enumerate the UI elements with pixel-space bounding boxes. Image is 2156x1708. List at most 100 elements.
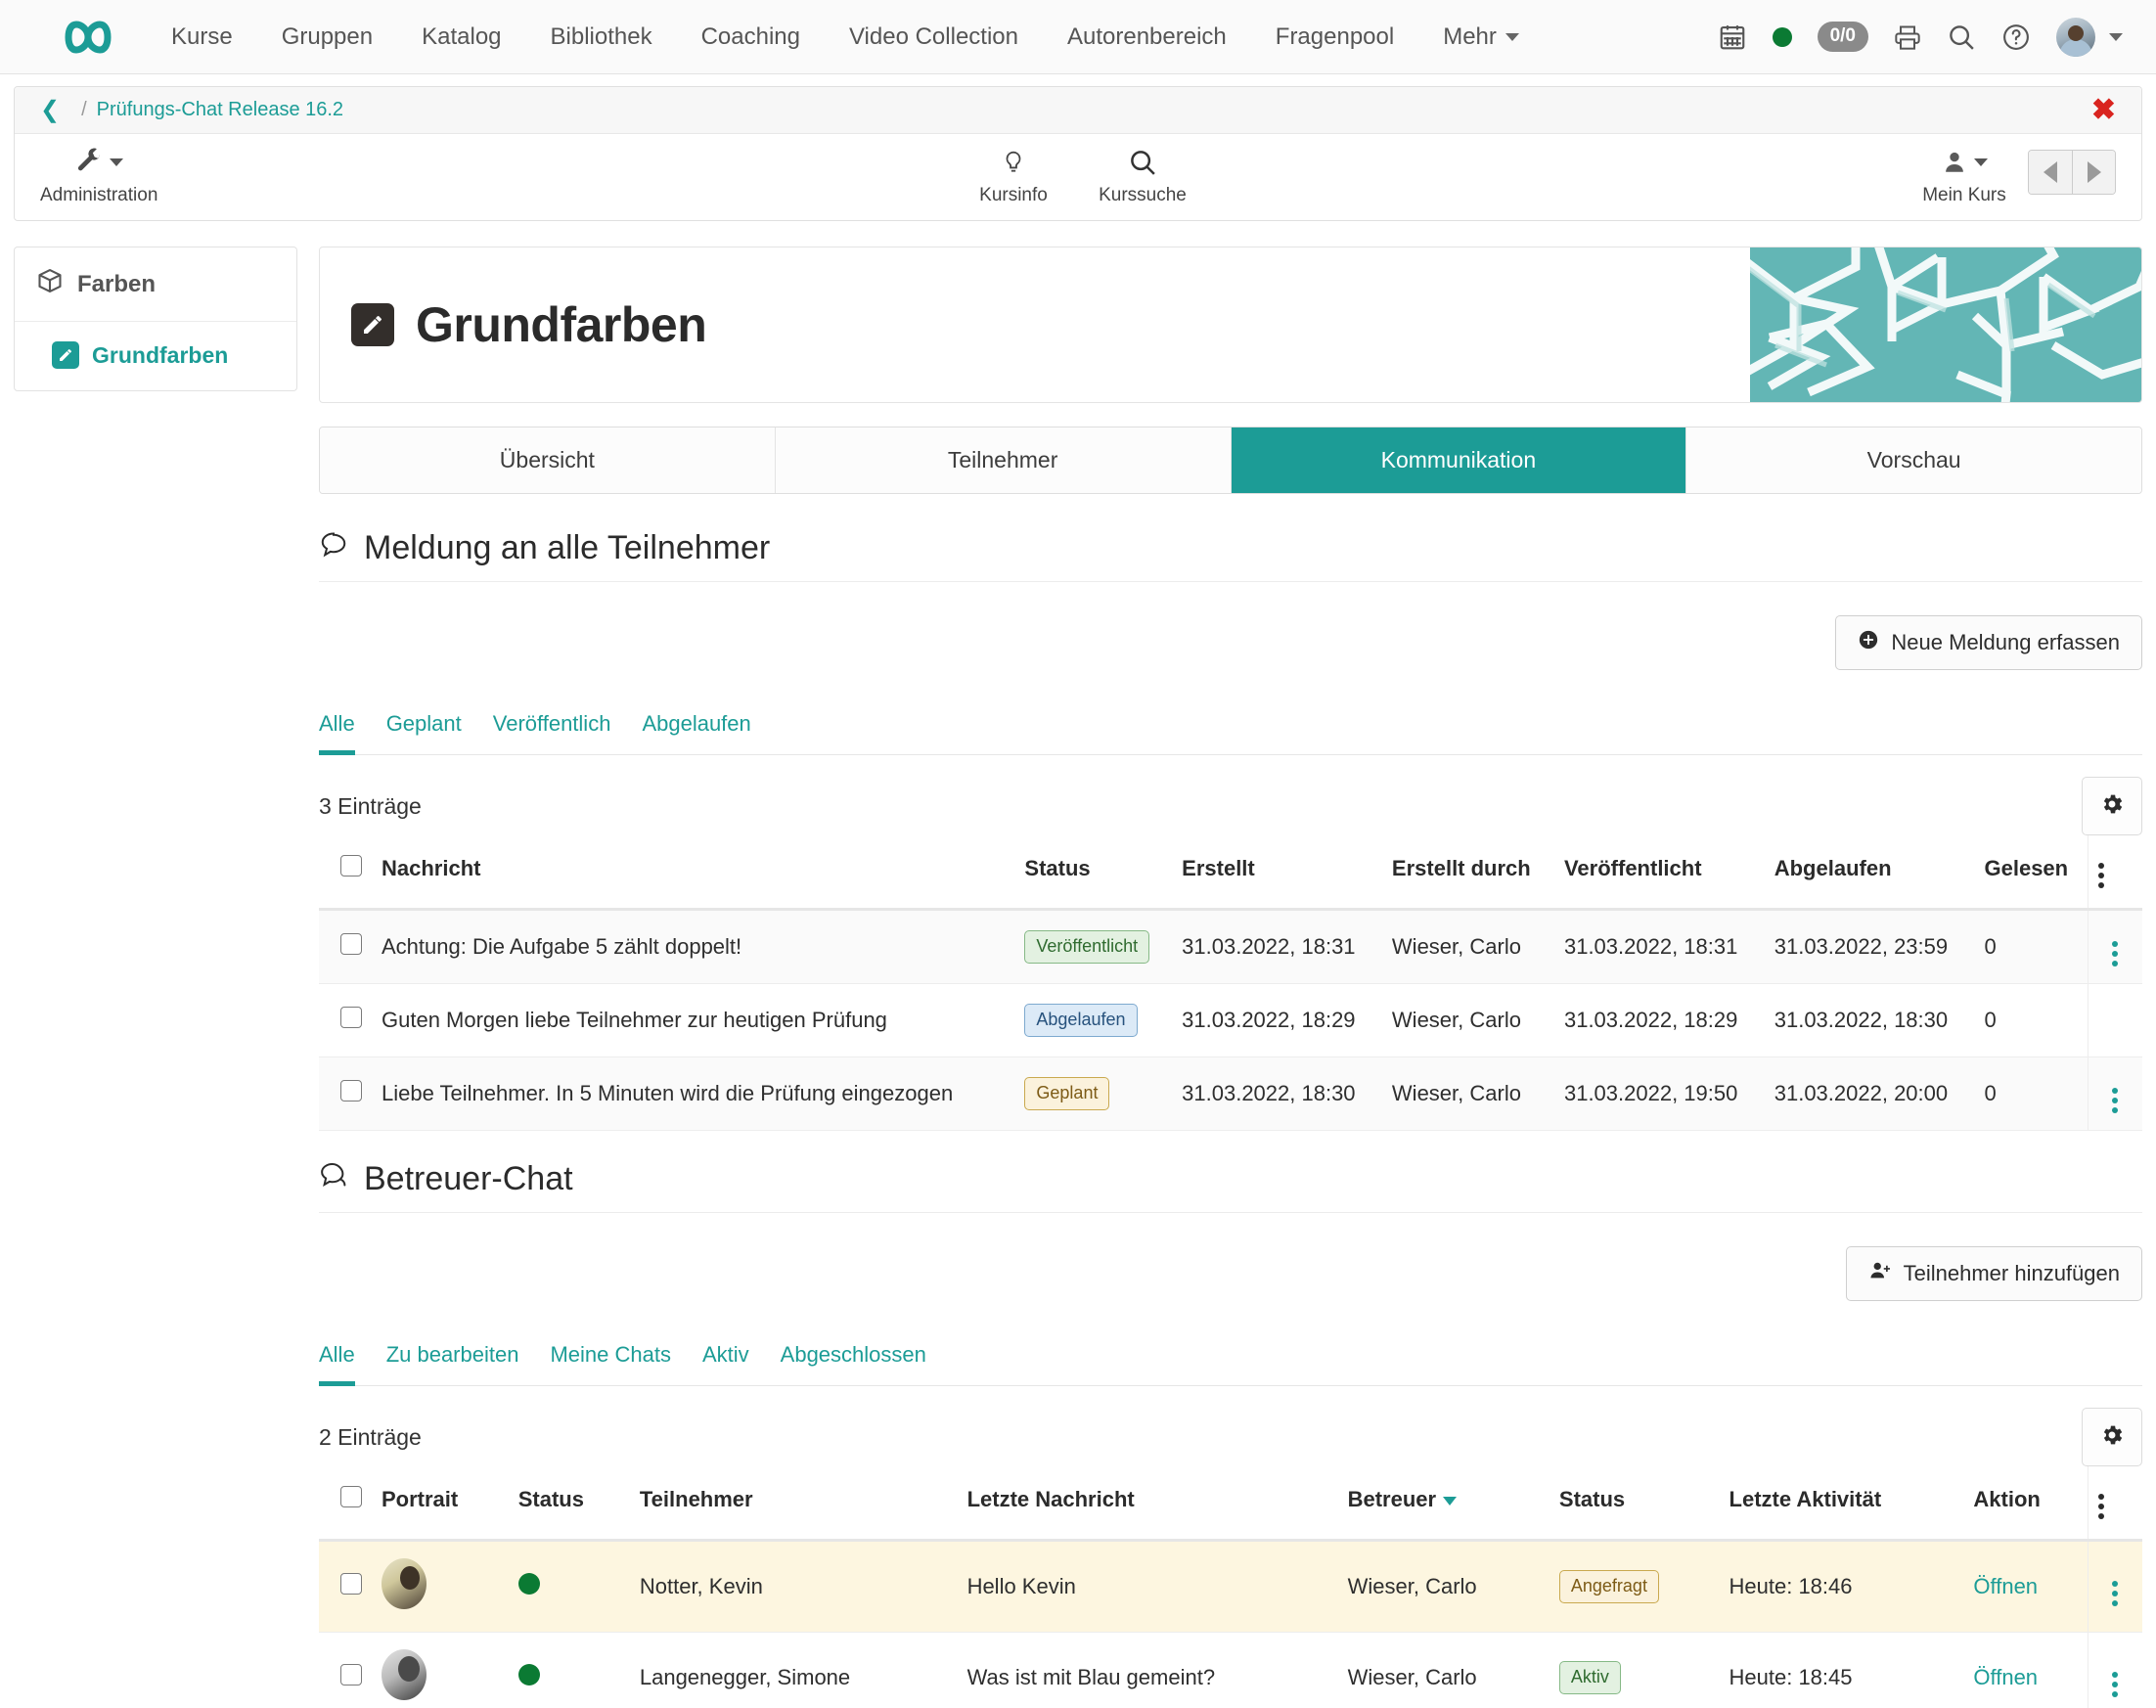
chat-filter-abgeschlossen[interactable]: Abgeschlossen — [781, 1342, 926, 1386]
pager-next-button[interactable] — [2072, 151, 2115, 194]
col-betreuer[interactable]: Betreuer — [1337, 1466, 1550, 1542]
new-message-button[interactable]: Neue Meldung erfassen — [1835, 615, 2142, 670]
col-erstellt[interactable]: Erstellt — [1172, 835, 1382, 911]
course-sidebar: Farben Grundfarben — [14, 247, 297, 391]
sidebar-header[interactable]: Farben — [15, 247, 296, 322]
messages-count-row: 3 Einträge — [319, 755, 2142, 835]
col-actions[interactable] — [2087, 835, 2142, 911]
kebab-menu-icon[interactable] — [2097, 1494, 2104, 1519]
nav-item-katalog[interactable]: Katalog — [397, 12, 525, 63]
col-teilnehmer[interactable]: Teilnehmer — [629, 1466, 958, 1542]
plus-circle-icon — [1858, 629, 1879, 656]
filter-veroeffentlich[interactable]: Veröffentlich — [493, 711, 611, 755]
table-row[interactable]: Notter, Kevin Hello Kevin Wieser, Carlo … — [319, 1540, 2142, 1633]
search-icon[interactable] — [1947, 22, 1976, 52]
breadcrumb-course-link[interactable]: Prüfungs-Chat Release 16.2 — [97, 99, 343, 121]
filter-abgelaufen[interactable]: Abgelaufen — [642, 711, 750, 755]
row-menu-icon[interactable] — [2112, 1088, 2119, 1113]
nav-item-coaching[interactable]: Coaching — [677, 12, 825, 63]
col-status[interactable]: Status — [1014, 835, 1173, 911]
new-message-label: Neue Meldung erfassen — [1891, 630, 2120, 654]
row-menu-icon[interactable] — [2112, 1672, 2119, 1697]
col-presence-status[interactable]: Status — [508, 1466, 630, 1542]
tab-uebersicht[interactable]: Übersicht — [320, 427, 776, 493]
cell-erstellt: 31.03.2022, 18:30 — [1172, 1056, 1382, 1131]
chevron-down-icon[interactable] — [2109, 32, 2123, 41]
kursinfo-button[interactable]: Kursinfo — [969, 146, 1057, 206]
col-portrait[interactable]: Portrait — [372, 1466, 509, 1542]
mein-kurs-button[interactable]: Mein Kurs — [1920, 146, 2008, 206]
col-actions[interactable] — [2087, 1466, 2142, 1542]
row-checkbox[interactable] — [340, 1664, 362, 1686]
pager-previous-button[interactable] — [2029, 151, 2072, 194]
row-checkbox[interactable] — [340, 1007, 362, 1028]
chat-filter-alle[interactable]: Alle — [319, 1342, 355, 1386]
cell-gelesen: 0 — [1974, 983, 2088, 1057]
open-chat-link[interactable]: Öffnen — [1973, 1574, 2038, 1598]
nav-item-gruppen[interactable]: Gruppen — [257, 12, 397, 63]
table-row[interactable]: Guten Morgen liebe Teilnehmer zur heutig… — [319, 983, 2142, 1057]
open-chat-link[interactable]: Öffnen — [1973, 1665, 2038, 1689]
tab-teilnehmer[interactable]: Teilnehmer — [775, 427, 1232, 493]
tab-label: Kommunikation — [1380, 447, 1537, 472]
column-label: Status — [1558, 1487, 1626, 1511]
kebab-menu-icon[interactable] — [2097, 863, 2104, 888]
cell-letzte-aktivitaet: Heute: 18:46 — [1719, 1540, 1964, 1633]
filter-alle[interactable]: Alle — [319, 711, 355, 755]
infinity-logo[interactable] — [53, 15, 123, 60]
row-checkbox[interactable] — [340, 933, 362, 955]
messages-filter-tabs: Alle Geplant Veröffentlich Abgelaufen — [319, 711, 2142, 755]
col-erstellt-durch[interactable]: Erstellt durch — [1381, 835, 1554, 911]
kurssuche-button[interactable]: Kurssuche — [1099, 146, 1187, 206]
calendar-icon[interactable] — [1718, 22, 1747, 52]
table-row[interactable]: Langenegger, Simone Was ist mit Blau gem… — [319, 1632, 2142, 1708]
cell-betreuer: Wieser, Carlo — [1337, 1540, 1550, 1633]
print-icon[interactable] — [1894, 23, 1921, 51]
lightbulb-icon — [1001, 146, 1026, 179]
cell-erstellt-durch: Wieser, Carlo — [1381, 983, 1554, 1057]
messages-settings-button[interactable] — [2082, 777, 2142, 835]
row-checkbox[interactable] — [340, 1573, 362, 1595]
col-veroeffentlicht[interactable]: Veröffentlicht — [1553, 835, 1765, 911]
nav-item-mehr[interactable]: Mehr — [1418, 12, 1544, 63]
nav-item-autorenbereich[interactable]: Autorenbereich — [1043, 12, 1251, 63]
administration-button[interactable]: Administration — [40, 146, 157, 206]
chat-filter-zu-bearbeiten[interactable]: Zu bearbeiten — [386, 1342, 519, 1386]
back-icon[interactable]: ❮ — [40, 98, 60, 122]
select-all-checkbox[interactable] — [340, 1486, 362, 1507]
col-letzte-aktivitaet[interactable]: Letzte Aktivität — [1719, 1466, 1964, 1542]
tab-kommunikation[interactable]: Kommunikation — [1231, 427, 1687, 493]
add-participant-button[interactable]: Teilnehmer hinzufügen — [1845, 1246, 2142, 1301]
col-abgelaufen[interactable]: Abgelaufen — [1764, 835, 1975, 911]
chat-filter-meine-chats[interactable]: Meine Chats — [550, 1342, 671, 1386]
row-menu-icon[interactable] — [2112, 1581, 2119, 1606]
table-row[interactable]: Liebe Teilnehmer. In 5 Minuten wird die … — [319, 1056, 2142, 1131]
col-nachricht[interactable]: Nachricht — [372, 835, 1015, 911]
row-checkbox[interactable] — [340, 1080, 362, 1101]
help-icon[interactable] — [2001, 22, 2031, 52]
nav-item-video-collection[interactable]: Video Collection — [825, 12, 1043, 63]
tab-vorschau[interactable]: Vorschau — [1686, 427, 2141, 493]
chat-settings-button[interactable] — [2082, 1408, 2142, 1466]
presence-dot-icon[interactable] — [1772, 26, 1792, 47]
chat-filter-aktiv[interactable]: Aktiv — [702, 1342, 749, 1386]
nav-item-fragenpool[interactable]: Fragenpool — [1251, 12, 1418, 63]
row-menu-icon[interactable] — [2112, 941, 2119, 966]
nav-item-kurse[interactable]: Kurse — [147, 12, 257, 63]
avatar[interactable] — [2056, 17, 2095, 57]
select-all-checkbox[interactable] — [340, 855, 362, 876]
cell-erstellt: 31.03.2022, 18:31 — [1172, 909, 1382, 984]
col-letzte-nachricht[interactable]: Letzte Nachricht — [957, 1466, 1338, 1542]
nav-item-bibliothek[interactable]: Bibliothek — [526, 12, 677, 63]
cell-letzte-aktivitaet: Heute: 18:45 — [1719, 1632, 1964, 1708]
col-gelesen[interactable]: Gelesen — [1974, 835, 2088, 911]
filter-geplant[interactable]: Geplant — [386, 711, 462, 755]
notification-counter[interactable]: 0/0 — [1817, 22, 1868, 52]
close-icon[interactable]: ✖ — [2091, 95, 2116, 125]
col-chat-status[interactable]: Status — [1549, 1466, 1720, 1542]
column-label: Letzte Nachricht — [966, 1487, 1135, 1511]
filter-label: Zu bearbeiten — [385, 1342, 519, 1367]
table-row[interactable]: Achtung: Die Aufgabe 5 zählt doppelt! Ve… — [319, 909, 2142, 984]
sidebar-item-grundfarben[interactable]: Grundfarben — [15, 322, 296, 390]
col-aktion[interactable]: Aktion — [1963, 1466, 2088, 1542]
